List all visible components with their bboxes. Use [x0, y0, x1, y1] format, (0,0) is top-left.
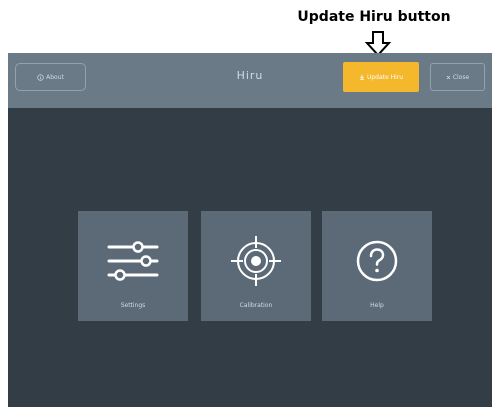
app-window: About Hiru Update Hiru Close Settings Ca… [8, 53, 492, 407]
settings-tile[interactable]: Settings [78, 211, 188, 321]
close-label: Close [452, 73, 470, 81]
info-circle-icon [37, 73, 44, 81]
app-title: Hiru [236, 69, 264, 82]
close-button[interactable]: Close [430, 63, 485, 91]
update-hiru-button[interactable]: Update Hiru [343, 62, 419, 92]
update-hiru-label: Update Hiru [366, 73, 404, 81]
help-tile[interactable]: Help [322, 211, 432, 321]
about-label: About [46, 73, 64, 81]
about-button[interactable]: About [15, 63, 86, 91]
help-label: Help [370, 302, 384, 309]
calibration-label: Calibration [239, 302, 273, 309]
sliders-icon [107, 241, 159, 281]
top-bar: About Hiru Update Hiru Close [8, 53, 492, 108]
crosshair-target-icon [231, 236, 281, 286]
calibration-tile[interactable]: Calibration [201, 211, 311, 321]
x-icon [446, 75, 451, 79]
question-circle-icon [356, 240, 398, 282]
download-arrow-icon [359, 74, 365, 80]
settings-label: Settings [120, 302, 146, 309]
annotation-label: Update Hiru button [297, 9, 451, 25]
